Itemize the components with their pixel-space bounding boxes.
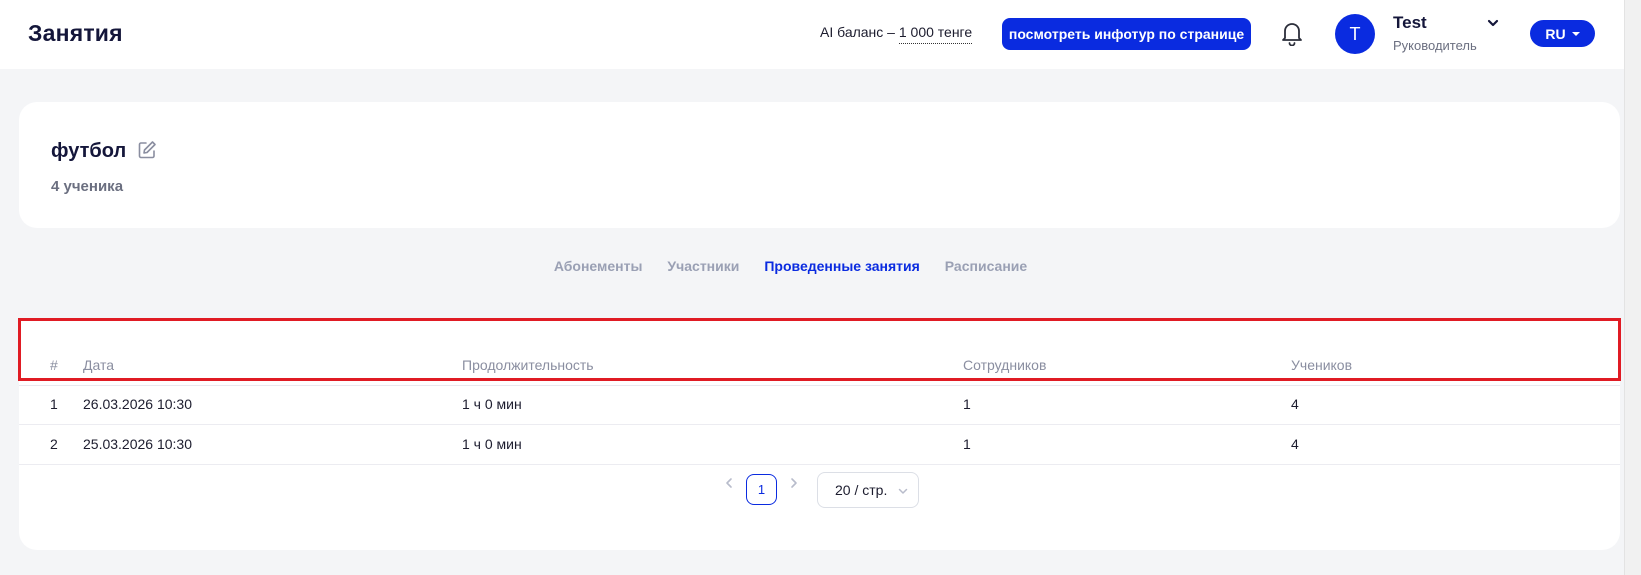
- page-size-value: 20 / стр.: [835, 482, 888, 498]
- user-role: Руководитель: [1393, 38, 1477, 53]
- language-selector[interactable]: RU: [1530, 20, 1595, 47]
- page-scrollbar[interactable]: [1624, 0, 1641, 575]
- edit-icon[interactable]: [137, 140, 157, 160]
- table-row[interactable]: 1 26.03.2026 10:30 1 ч 0 мин 1 4: [19, 385, 1620, 425]
- pagination-page-1[interactable]: 1: [746, 474, 777, 505]
- tab-schedule[interactable]: Расписание: [945, 258, 1027, 274]
- chevron-down-icon[interactable]: [1486, 16, 1500, 30]
- row-date: 25.03.2026 10:30: [83, 436, 192, 452]
- tabs-bar: Абонементы Участники Проведенные занятия…: [0, 258, 1641, 274]
- chevron-left-icon[interactable]: [722, 476, 736, 490]
- row-students: 4: [1291, 436, 1299, 452]
- page-size-select[interactable]: 20 / стр.: [817, 472, 919, 508]
- row-duration: 1 ч 0 мин: [462, 396, 522, 412]
- highlight-box: [18, 318, 1621, 381]
- row-date: 26.03.2026 10:30: [83, 396, 192, 412]
- caret-down-icon: [1571, 31, 1580, 36]
- course-info-card: футбол 4 ученика: [19, 102, 1620, 228]
- tab-participants[interactable]: Участники: [667, 258, 739, 274]
- info-tour-button[interactable]: посмотреть инфотур по странице: [1002, 18, 1251, 50]
- ai-balance-amount[interactable]: 1 000 тенге: [898, 24, 973, 44]
- top-header: Занятия AI баланс – 1 000 тенге посмотре…: [0, 0, 1641, 69]
- ai-balance: AI баланс – 1 000 тенге: [820, 24, 973, 44]
- course-name: футбол: [51, 140, 127, 162]
- avatar[interactable]: T: [1335, 14, 1375, 54]
- row-duration: 1 ч 0 мин: [462, 436, 522, 452]
- row-students: 4: [1291, 396, 1299, 412]
- tab-held-lessons[interactable]: Проведенные занятия: [764, 258, 919, 274]
- ai-balance-label: AI баланс –: [820, 24, 899, 40]
- bell-icon[interactable]: [1280, 20, 1304, 47]
- row-number: 1: [50, 396, 58, 412]
- user-name[interactable]: Test: [1393, 13, 1427, 33]
- chevron-right-icon[interactable]: [787, 476, 801, 490]
- row-number: 2: [50, 436, 58, 452]
- page-title: Занятия: [28, 20, 123, 46]
- students-count: 4 ученика: [51, 178, 124, 195]
- row-staff: 1: [963, 436, 971, 452]
- tab-subscriptions[interactable]: Абонементы: [554, 258, 643, 274]
- table-row[interactable]: 2 25.03.2026 10:30 1 ч 0 мин 1 4: [19, 425, 1620, 465]
- chevron-down-icon: [898, 488, 908, 494]
- language-label: RU: [1545, 25, 1566, 42]
- row-staff: 1: [963, 396, 971, 412]
